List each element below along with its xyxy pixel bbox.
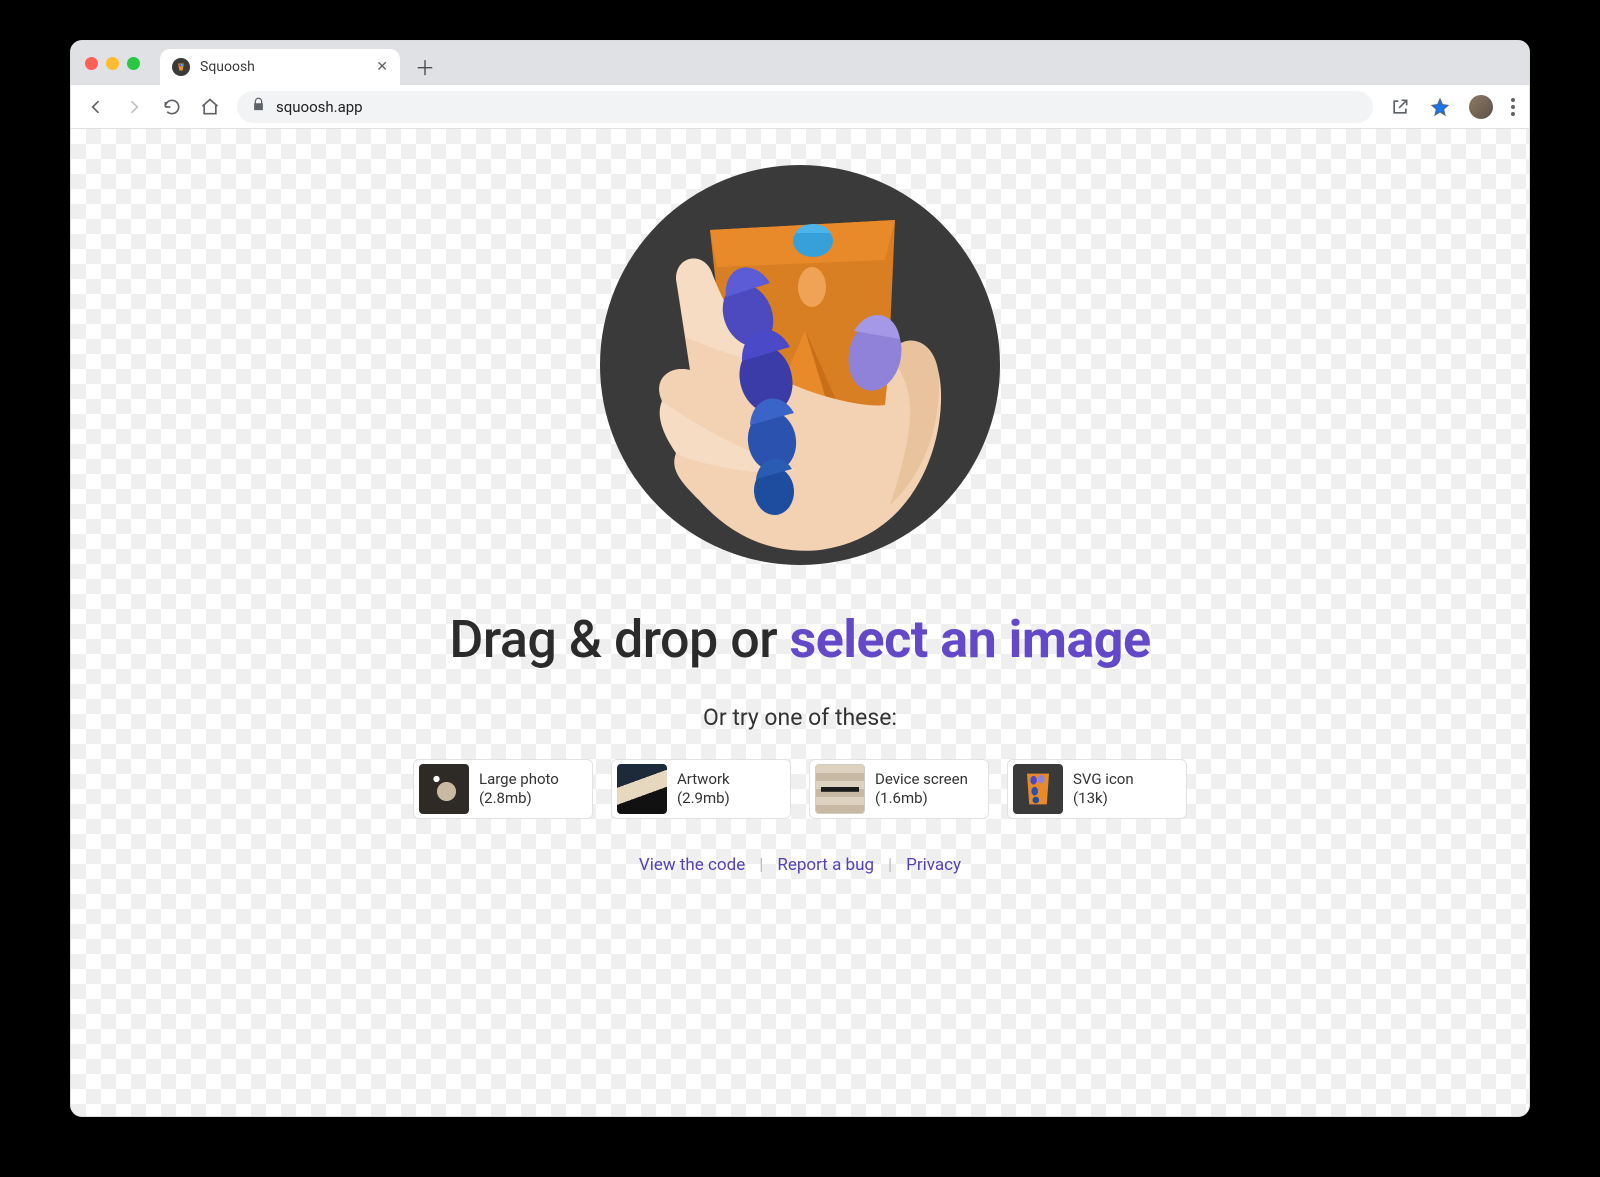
sample-thumbnail bbox=[815, 764, 865, 814]
sample-thumbnail bbox=[1013, 764, 1063, 814]
sample-label: Device screen bbox=[875, 770, 968, 789]
close-window-button[interactable] bbox=[85, 57, 98, 70]
forward-button[interactable] bbox=[123, 96, 145, 118]
privacy-link[interactable]: Privacy bbox=[906, 855, 961, 875]
toolbar-right bbox=[1389, 95, 1515, 119]
sample-size: (13k) bbox=[1073, 789, 1134, 808]
url-text: squoosh.app bbox=[276, 98, 363, 116]
maximize-window-button[interactable] bbox=[127, 57, 140, 70]
separator: | bbox=[759, 855, 763, 875]
sample-svg-icon[interactable]: SVG icon (13k) bbox=[1007, 759, 1187, 819]
browser-tab[interactable]: Squoosh ✕ bbox=[160, 49, 400, 85]
profile-avatar[interactable] bbox=[1469, 95, 1493, 119]
open-external-icon[interactable] bbox=[1389, 96, 1411, 118]
lock-icon bbox=[251, 97, 266, 116]
report-bug-link[interactable]: Report a bug bbox=[777, 855, 874, 875]
page-content[interactable]: Drag & drop or select an image Or try on… bbox=[71, 129, 1529, 1116]
new-tab-button[interactable]: ＋ bbox=[410, 51, 440, 81]
toolbar: squoosh.app bbox=[71, 85, 1529, 129]
sample-label: Large photo bbox=[479, 770, 559, 789]
sample-label: Artwork bbox=[677, 770, 730, 789]
sample-size: (2.9mb) bbox=[677, 789, 730, 808]
close-tab-button[interactable]: ✕ bbox=[376, 59, 388, 75]
sample-size: (2.8mb) bbox=[479, 789, 559, 808]
sample-size: (1.6mb) bbox=[875, 789, 968, 808]
window-controls bbox=[85, 41, 150, 85]
tab-title: Squoosh bbox=[200, 59, 366, 75]
back-button[interactable] bbox=[85, 96, 107, 118]
reload-button[interactable] bbox=[161, 96, 183, 118]
sample-label: SVG icon bbox=[1073, 770, 1134, 789]
sample-thumbnail bbox=[419, 764, 469, 814]
address-bar[interactable]: squoosh.app bbox=[237, 91, 1373, 123]
view-code-link[interactable]: View the code bbox=[639, 855, 745, 875]
browser-window: Squoosh ✕ ＋ squoosh.app bbox=[70, 40, 1530, 1117]
squoosh-logo bbox=[590, 155, 1010, 575]
minimize-window-button[interactable] bbox=[106, 57, 119, 70]
sample-thumbnail bbox=[617, 764, 667, 814]
home-button[interactable] bbox=[199, 96, 221, 118]
select-image-link[interactable]: select an image bbox=[790, 609, 1151, 670]
headline-text: Drag & drop or bbox=[449, 609, 789, 670]
sample-large-photo[interactable]: Large photo (2.8mb) bbox=[413, 759, 593, 819]
subheading: Or try one of these: bbox=[703, 704, 897, 731]
sample-cards: Large photo (2.8mb) Artwork (2.9mb) Devi… bbox=[413, 759, 1187, 819]
headline: Drag & drop or select an image bbox=[449, 609, 1150, 670]
bookmark-star-icon[interactable] bbox=[1429, 96, 1451, 118]
tab-strip: Squoosh ✕ ＋ bbox=[71, 41, 1529, 85]
separator: | bbox=[888, 855, 892, 875]
footer-links: View the code | Report a bug | Privacy bbox=[639, 855, 961, 875]
sample-artwork[interactable]: Artwork (2.9mb) bbox=[611, 759, 791, 819]
sample-device-screen[interactable]: Device screen (1.6mb) bbox=[809, 759, 989, 819]
menu-button[interactable] bbox=[1511, 98, 1515, 116]
favicon-icon bbox=[172, 58, 190, 76]
